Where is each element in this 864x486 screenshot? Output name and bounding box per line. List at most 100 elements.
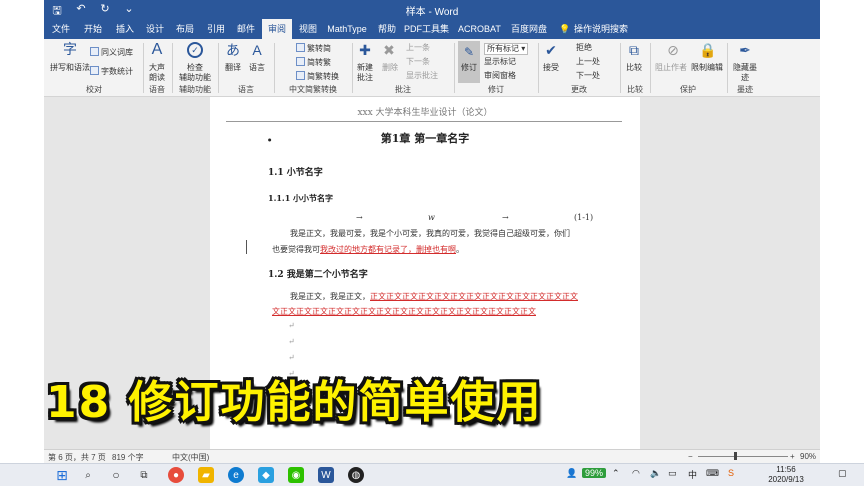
tab-layout[interactable]: 布局	[172, 19, 198, 39]
tab-file[interactable]: 文件	[48, 19, 74, 39]
paragraph-1-end: 。	[456, 245, 464, 254]
tracked-insertion: 我改过的地方都有记录了，删掉也有啊	[320, 245, 456, 254]
wechat-icon[interactable]: ◉	[288, 467, 304, 483]
store-icon[interactable]: ◆	[258, 467, 274, 483]
tab-baidu-netdisk[interactable]: 百度网盘	[510, 19, 548, 39]
word-count[interactable]: 819 个字	[112, 452, 144, 463]
obs-icon[interactable]: ◍	[348, 467, 364, 483]
thesaurus-button[interactable]: 同义词库	[90, 47, 133, 58]
compare-icon: ⧉	[629, 41, 639, 58]
zoom-in-button[interactable]: +	[790, 452, 795, 461]
accept-icon: ✔	[545, 41, 557, 58]
check-accessibility-button[interactable]: 检查 辅助功能	[174, 63, 216, 83]
tray-expand-icon[interactable]: ⌃	[612, 468, 620, 479]
paragraph-mark: ↵	[288, 353, 295, 362]
ribbon-divider	[172, 43, 173, 93]
prev-comment-button[interactable]: 上一条	[406, 43, 430, 53]
volume-icon[interactable]: 🔈	[650, 468, 661, 479]
group-changes: 更改	[571, 85, 587, 94]
simp-to-trad-icon	[296, 57, 305, 66]
markup-dropdown-value: 所有标记	[487, 44, 519, 53]
chinese-conversion-button[interactable]: 简繁转换	[296, 71, 339, 82]
ime-indicator[interactable]: 中	[688, 468, 697, 481]
search-icon[interactable]: ⌕	[80, 467, 96, 483]
ribbon-divider	[620, 43, 621, 93]
wifi-icon[interactable]: ◠	[632, 468, 640, 479]
spelling-grammar-button[interactable]: 拼写和语法	[46, 63, 94, 73]
language-button[interactable]: 语言	[246, 63, 268, 73]
tab-acrobat[interactable]: ACROBAT	[458, 19, 501, 39]
chrome-icon[interactable]: ●	[168, 467, 184, 483]
equation-variable: w	[428, 213, 435, 222]
zoom-slider[interactable]	[698, 456, 788, 457]
page-count[interactable]: 第 6 页，共 7 页	[48, 452, 106, 463]
chinese-conversion-icon	[296, 71, 305, 80]
delete-comment-button[interactable]: 删除	[378, 63, 402, 73]
next-change-button[interactable]: 下一处	[576, 71, 600, 81]
tell-me-search[interactable]: 操作说明搜索	[574, 19, 628, 39]
tab-mailings[interactable]: 邮件	[233, 19, 259, 39]
header-rule	[226, 121, 622, 122]
tab-review[interactable]: 审阅	[262, 19, 292, 39]
block-authors-button[interactable]: 阻止作者	[652, 63, 690, 73]
language-status[interactable]: 中文(中国)	[172, 452, 209, 463]
ribbon-divider	[454, 43, 455, 93]
track-changes-button[interactable]: 修订	[458, 63, 480, 73]
file-explorer-icon[interactable]: ▰	[198, 467, 214, 483]
video-caption: 18 修订功能的简单使用	[46, 377, 543, 428]
markup-dropdown[interactable]: 所有标记 ▾	[484, 43, 529, 55]
paragraph-mark: ↵	[288, 321, 295, 330]
tab-references[interactable]: 引用	[203, 19, 229, 39]
system-clock[interactable]: 11:56 2020/9/13	[756, 465, 816, 485]
next-comment-button[interactable]: 下一条	[406, 57, 430, 67]
windows-start-icon[interactable]: ⊞	[54, 467, 70, 483]
keyboard-icon[interactable]: ⌨	[706, 468, 719, 479]
zoom-slider-thumb[interactable]	[734, 452, 737, 460]
user-icon[interactable]: 👤	[566, 468, 577, 479]
notification-icon[interactable]: ▢	[838, 468, 847, 479]
zoom-level[interactable]: 90%	[800, 452, 816, 461]
delete-comment-icon: ✖	[383, 41, 395, 58]
trad-to-simp-label: 繁转简	[307, 44, 331, 53]
sogou-icon[interactable]: S	[728, 468, 734, 478]
tab-insert[interactable]: 插入	[112, 19, 138, 39]
tab-mathtype[interactable]: MathType	[326, 19, 368, 39]
simp-to-trad-button[interactable]: 简转繁	[296, 57, 331, 68]
tab-pdf-tools[interactable]: PDF工具集	[404, 19, 449, 39]
tab-design[interactable]: 设计	[142, 19, 168, 39]
tracked-insertion: 正文正文正文正文正文正文正文正文正文正文正文正文正文	[370, 292, 578, 301]
battery-badge[interactable]: 99%	[582, 468, 607, 478]
network-icon[interactable]: ▭	[668, 468, 677, 479]
show-comments-button[interactable]: 显示批注	[406, 71, 438, 81]
word-count-button[interactable]: 字数统计	[90, 66, 133, 77]
accessibility-check-icon: ✓	[187, 42, 203, 58]
chapter-title: 第1章 第一章名字	[380, 132, 470, 145]
reviewing-pane-button[interactable]: 审阅窗格	[484, 71, 516, 81]
edge-icon[interactable]: e	[228, 467, 244, 483]
section-heading-1-2: 1.2 我是第二个小节名字	[268, 270, 368, 280]
zoom-out-button[interactable]: −	[688, 452, 693, 461]
reject-button[interactable]: 拒绝	[576, 43, 592, 53]
compare-button[interactable]: 比较	[622, 63, 646, 73]
previous-change-button[interactable]: 上一处	[576, 57, 600, 67]
task-view-icon[interactable]: ⧉	[136, 467, 152, 483]
read-aloud-button[interactable]: 大声 朗读	[144, 63, 170, 83]
paragraph-2-line-2: 文正文正文正文正文正文正文正文正文正文正文正文正文正文正文正文正文	[272, 307, 536, 316]
restrict-editing-button[interactable]: 限制编辑	[690, 63, 724, 73]
new-comment-button[interactable]: 新建 批注	[352, 63, 378, 83]
cortana-icon[interactable]: ○	[108, 467, 124, 483]
accept-button[interactable]: 接受	[540, 63, 562, 73]
equation-number: (1-1)	[574, 213, 594, 222]
tab-help[interactable]: 帮助	[376, 19, 398, 39]
tab-view[interactable]: 视图	[295, 19, 321, 39]
paragraph-1-line-1: 我是正文，我最可爱，我是个小可爱，我真的可爱，我觉得自己超级可爱，你们	[290, 229, 570, 238]
trad-to-simp-button[interactable]: 繁转简	[296, 43, 331, 54]
thesaurus-icon	[90, 47, 99, 56]
translate-button[interactable]: 翻译	[222, 63, 244, 73]
tab-home[interactable]: 开始	[80, 19, 106, 39]
hide-ink-button[interactable]: 隐藏墨 迹	[730, 63, 760, 83]
section-heading-1-1: 1.1 小节名字	[268, 168, 323, 178]
show-markup-button[interactable]: 显示标记	[484, 57, 516, 67]
chinese-conversion-label: 简繁转换	[307, 72, 339, 81]
word-taskbar-icon[interactable]: W	[318, 467, 334, 483]
